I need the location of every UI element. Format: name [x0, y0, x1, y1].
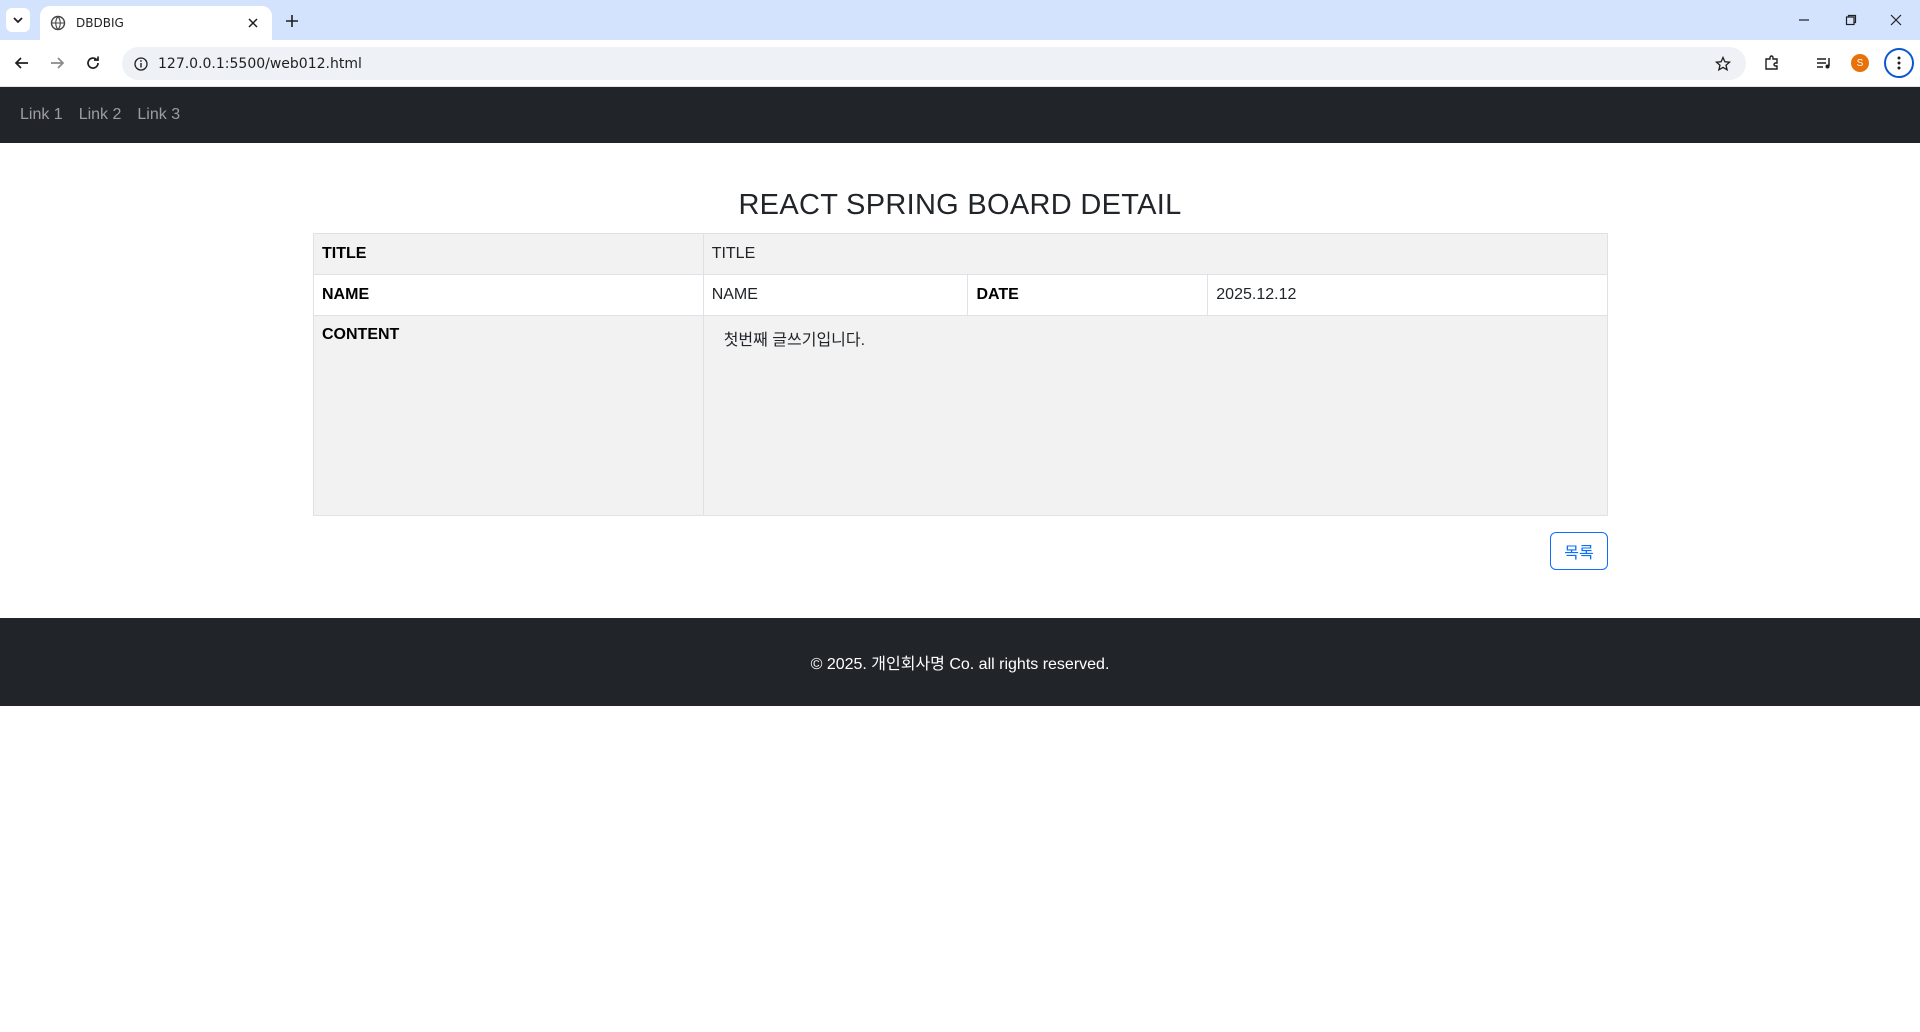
name-date-row: NAME NAME DATE 2025.12.12	[313, 274, 1608, 316]
content-cell: 첫번째 글쓰기입니다.	[702, 315, 1609, 516]
title-value: TITLE	[702, 233, 1609, 275]
restore-icon	[1845, 14, 1857, 26]
browser-menu-button[interactable]	[1884, 48, 1914, 78]
footer: © 2025. 개인회사명 Co. all rights reserved.	[0, 618, 1920, 706]
nav-link-1[interactable]: Link 1	[12, 98, 71, 132]
bookmark-star-icon[interactable]	[1712, 53, 1734, 75]
page-title: REACT SPRING BOARD DETAIL	[738, 189, 1182, 221]
content-row: CONTENT 첫번째 글쓰기입니다.	[313, 315, 1609, 516]
content-label: CONTENT	[313, 315, 704, 516]
media-controls-button[interactable]	[1812, 51, 1836, 75]
date-value: 2025.12.12	[1207, 274, 1608, 316]
tab-search-button[interactable]	[6, 8, 30, 32]
profile-avatar[interactable]: S	[1851, 54, 1869, 72]
globe-icon	[50, 15, 66, 31]
list-button[interactable]: 목록	[1550, 532, 1608, 570]
back-button[interactable]	[10, 51, 34, 75]
arrow-right-icon	[51, 57, 65, 69]
plus-icon	[286, 15, 298, 27]
minimize-icon	[1799, 19, 1809, 21]
puzzle-icon	[1765, 55, 1778, 70]
content-value: 첫번째 글쓰기입니다.	[723, 332, 866, 349]
close-tab-icon[interactable]	[244, 14, 262, 32]
title-label: TITLE	[313, 233, 704, 275]
nav-link-2[interactable]: Link 2	[71, 98, 130, 132]
arrow-left-icon	[14, 57, 28, 69]
restore-button[interactable]	[1836, 8, 1866, 32]
browser-tab-active[interactable]: DBDBIG	[40, 6, 272, 40]
tab-title: DBDBIG	[76, 16, 124, 30]
top-navbar: Link 1 Link 2 Link 3	[0, 87, 1920, 143]
close-window-button[interactable]	[1881, 8, 1911, 32]
new-tab-button[interactable]	[280, 9, 304, 33]
url-text: 127.0.0.1:5500/web012.html	[158, 55, 362, 72]
extensions-button[interactable]	[1760, 51, 1784, 75]
name-value: NAME	[702, 274, 969, 316]
forward-button[interactable]	[45, 51, 69, 75]
minimize-button[interactable]	[1789, 8, 1819, 32]
more-vertical-icon	[1897, 56, 1901, 70]
nav-link-3[interactable]: Link 3	[129, 98, 188, 132]
close-icon	[1890, 14, 1902, 26]
name-label: NAME	[313, 274, 704, 316]
playlist-icon	[1817, 58, 1830, 69]
date-label: DATE	[967, 274, 1209, 316]
reload-icon	[87, 56, 99, 69]
chevron-down-icon	[13, 17, 23, 24]
footer-copyright: © 2025. 개인회사명 Co. all rights reserved.	[810, 656, 1110, 673]
browser-toolbar: 127.0.0.1:5500/web012.html S	[0, 40, 1920, 87]
browser-tab-strip: DBDBIG	[0, 0, 1920, 40]
site-info-icon[interactable]	[132, 55, 150, 73]
address-bar[interactable]: 127.0.0.1:5500/web012.html	[122, 47, 1746, 80]
reload-button[interactable]	[81, 51, 105, 75]
title-row: TITLE TITLE	[313, 233, 1609, 275]
page-viewport: Link 1 Link 2 Link 3 REACT SPRING BOARD …	[0, 87, 1920, 1032]
board-detail-table: TITLE TITLE NAME NAME DATE 2025.12.12 CO…	[313, 233, 1609, 516]
